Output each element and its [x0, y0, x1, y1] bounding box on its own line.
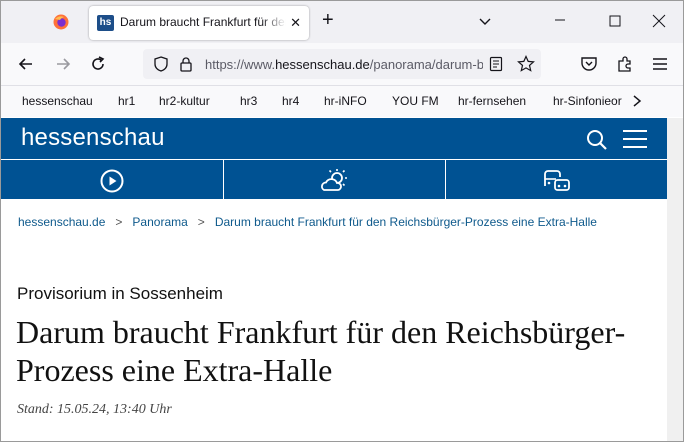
bookmark-you-fm[interactable]: YOU FM [392, 94, 439, 108]
bookmark-hr3[interactable]: hr3 [240, 94, 257, 108]
url-text[interactable]: https://www.hessenschau.de/panorama/daru… [205, 57, 483, 72]
hamburger-menu-icon[interactable] [623, 129, 647, 149]
menu-icon[interactable] [652, 55, 668, 73]
lock-icon[interactable] [179, 56, 193, 72]
bookmark-hr-fernsehen[interactable]: hr-fernsehen [458, 94, 526, 108]
minimize-icon[interactable] [553, 13, 567, 27]
navigation-toolbar: https://www.hessenschau.de/panorama/daru… [1, 43, 683, 86]
active-tab[interactable]: hs Darum braucht Frankfurt für den Reich… [89, 6, 309, 40]
shield-icon[interactable] [153, 56, 169, 72]
breadcrumb-separator: > [115, 215, 123, 229]
extensions-icon[interactable] [616, 55, 634, 73]
hessenschau-favicon: hs [97, 15, 114, 31]
pocket-icon[interactable] [580, 55, 598, 73]
firefox-icon[interactable] [53, 14, 69, 30]
back-icon[interactable] [17, 55, 35, 73]
play-icon [100, 169, 124, 193]
url-bar[interactable]: https://www.hessenschau.de/panorama/daru… [143, 49, 541, 79]
hessenschau-logo[interactable]: hessenschau [21, 124, 165, 152]
forward-icon[interactable] [54, 55, 72, 73]
breadcrumb-panorama[interactable]: Panorama [132, 215, 187, 229]
article-headline: Darum braucht Frankfurt für den Reichsbü… [16, 314, 626, 388]
plus-icon[interactable]: + [322, 10, 334, 30]
bookmark-hr-info[interactable]: hr-iNFO [324, 94, 367, 108]
bookmark-hessenschau[interactable]: hessenschau [22, 94, 93, 108]
bookmark-hr1[interactable]: hr1 [118, 94, 135, 108]
live-stream-button[interactable] [1, 159, 223, 200]
close-icon[interactable]: ✕ [290, 15, 301, 31]
site-header: hessenschau [1, 118, 667, 159]
browser-window: hs Darum braucht Frankfurt für den Reich… [0, 0, 684, 442]
traffic-icon [544, 170, 570, 191]
tab-title: Darum braucht Frankfurt für den Reichsbü… [120, 15, 286, 29]
breadcrumb-home[interactable]: hessenschau.de [18, 215, 105, 229]
bookmark-hr2-kultur[interactable]: hr2-kultur [159, 94, 210, 108]
article-timestamp: Stand: 15.05.24, 13:40 Uhr [17, 402, 172, 417]
bookmark-hr4[interactable]: hr4 [282, 94, 299, 108]
weather-button[interactable] [223, 159, 446, 200]
close-window-icon[interactable] [652, 14, 666, 28]
service-icon-bar [1, 159, 668, 200]
tab-strip: hs Darum braucht Frankfurt für den Reich… [1, 1, 683, 43]
maximize-icon[interactable] [609, 15, 621, 27]
breadcrumb: hessenschau.de > Panorama > Darum braucht Fr… [18, 215, 597, 229]
star-icon[interactable] [517, 55, 535, 73]
reload-icon[interactable] [89, 55, 107, 73]
search-icon[interactable] [586, 129, 608, 151]
chevron-down-icon[interactable] [477, 13, 493, 29]
traffic-button[interactable] [445, 159, 668, 200]
breadcrumb-current[interactable]: Darum braucht Frankfurt für den Reichsbü… [215, 215, 597, 229]
bookmarks-toolbar: hessenschau hr1 hr2-kultur hr3 hr4 hr-iN… [1, 86, 683, 117]
chevron-right-icon[interactable] [629, 92, 645, 110]
page-scrollbar[interactable] [667, 118, 683, 441]
bookmark-hr-sinfonieorchester[interactable]: hr-Sinfonieor [553, 94, 625, 108]
weather-icon [321, 169, 347, 191]
article-kicker: Provisorium in Sossenheim [17, 284, 223, 303]
reader-icon[interactable] [489, 56, 503, 72]
breadcrumb-separator: > [197, 215, 205, 229]
